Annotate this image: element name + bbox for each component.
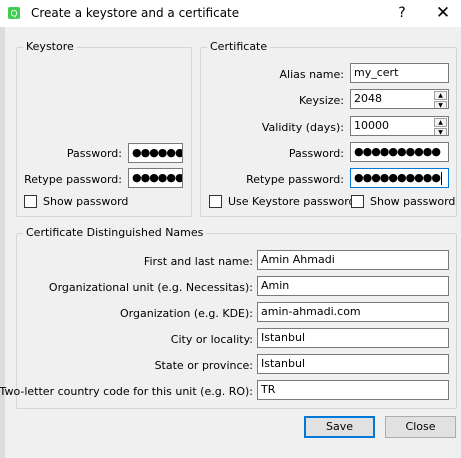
organization-value: amin-ahmadi.com <box>261 305 361 318</box>
alias-input[interactable]: my_cert <box>350 63 449 83</box>
keysize-label: Keysize: <box>299 94 344 107</box>
keystore-show-password-checkbox[interactable]: Show password <box>24 195 128 208</box>
country-code-value: TR <box>261 383 276 396</box>
organization-input[interactable]: amin-ahmadi.com <box>257 302 449 322</box>
alias-label: Alias name: <box>279 68 344 81</box>
help-button[interactable]: ? <box>391 2 413 24</box>
dn-field-label: City or locality: <box>170 333 253 346</box>
keystore-password-label: Password: <box>66 147 122 160</box>
title-bar: Q Create a keystore and a certificate ? … <box>0 0 461 27</box>
validity-label: Validity (days): <box>261 121 344 134</box>
city-input[interactable]: Istanbul <box>257 328 449 348</box>
save-button[interactable]: Save <box>304 416 375 438</box>
text-caret <box>440 171 442 185</box>
dn-field-label: Organization (e.g. KDE): <box>120 307 253 320</box>
keystore-retype-value: ●●●●●●● <box>132 171 183 184</box>
cert-retype-field[interactable]: ●●●●●●●●●● <box>350 168 449 188</box>
cert-password-label: Password: <box>288 147 344 160</box>
keystore-password-field[interactable]: ●●●●●●● <box>128 143 183 163</box>
dn-field-label: State or province: <box>154 359 253 372</box>
city-value: Istanbul <box>261 331 306 344</box>
spin-up-icon[interactable]: ▲ <box>434 118 447 127</box>
cert-password-field[interactable]: ●●●●●●●●●● <box>350 142 449 162</box>
svg-text:Q: Q <box>10 10 17 20</box>
cert-retype-label: Retype password: <box>246 173 344 186</box>
state-value: Istanbul <box>261 357 306 370</box>
dn-field-label: Two-letter country code for this unit (e… <box>0 385 253 398</box>
use-keystore-password-checkbox[interactable]: Use Keystore password <box>209 195 356 208</box>
org-unit-value: Amin <box>261 279 290 292</box>
cert-retype-value: ●●●●●●●●●● <box>354 171 441 184</box>
window-close-button[interactable]: ✕ <box>430 2 456 24</box>
dn-group-title: Certificate Distinguished Names <box>23 226 207 239</box>
keysize-spin-buttons[interactable]: ▲ ▼ <box>434 91 447 108</box>
certificate-group-title: Certificate <box>207 40 271 53</box>
window-title: Create a keystore and a certificate <box>31 6 240 20</box>
cert-show-password-checkbox[interactable]: Show password <box>351 195 455 208</box>
validity-value: 10000 <box>354 119 389 132</box>
alias-value: my_cert <box>354 66 399 79</box>
spin-down-icon[interactable]: ▼ <box>434 101 447 108</box>
cert-show-password-label: Show password <box>370 195 456 208</box>
first-last-name-input[interactable]: Amin Ahmadi <box>257 250 449 270</box>
keysize-value: 2048 <box>354 92 382 105</box>
keystore-retype-label: Retype password: <box>24 173 122 186</box>
keystore-group-title: Keystore <box>23 40 77 53</box>
keysize-spinbox[interactable]: 2048 ▲ ▼ <box>350 89 449 109</box>
first-last-name-value: Amin Ahmadi <box>261 253 335 266</box>
country-code-input[interactable]: TR <box>257 380 449 400</box>
state-input[interactable]: Istanbul <box>257 354 449 374</box>
org-unit-input[interactable]: Amin <box>257 276 449 296</box>
qt-creator-icon: Q <box>8 7 20 20</box>
spin-down-icon[interactable]: ▼ <box>434 128 447 135</box>
keystore-show-password-label: Show password <box>43 195 129 208</box>
use-keystore-password-label: Use Keystore password <box>228 195 356 208</box>
dn-field-label: First and last name: <box>143 255 253 268</box>
dn-field-label: Organizational unit (e.g. Necessitas): <box>48 281 253 294</box>
validity-spin-buttons[interactable]: ▲ ▼ <box>434 118 447 135</box>
cert-show-password-box[interactable] <box>351 195 364 208</box>
cert-password-value: ●●●●●●●●●● <box>354 145 441 158</box>
close-button[interactable]: Close <box>385 416 456 438</box>
validity-spinbox[interactable]: 10000 ▲ ▼ <box>350 116 449 136</box>
spin-up-icon[interactable]: ▲ <box>434 91 447 100</box>
use-keystore-password-box[interactable] <box>209 195 222 208</box>
keystore-retype-field[interactable]: ●●●●●●● <box>128 168 183 188</box>
keystore-password-value: ●●●●●●● <box>132 146 183 159</box>
keystore-show-password-box[interactable] <box>24 195 37 208</box>
keystore-group: Keystore <box>16 40 192 217</box>
